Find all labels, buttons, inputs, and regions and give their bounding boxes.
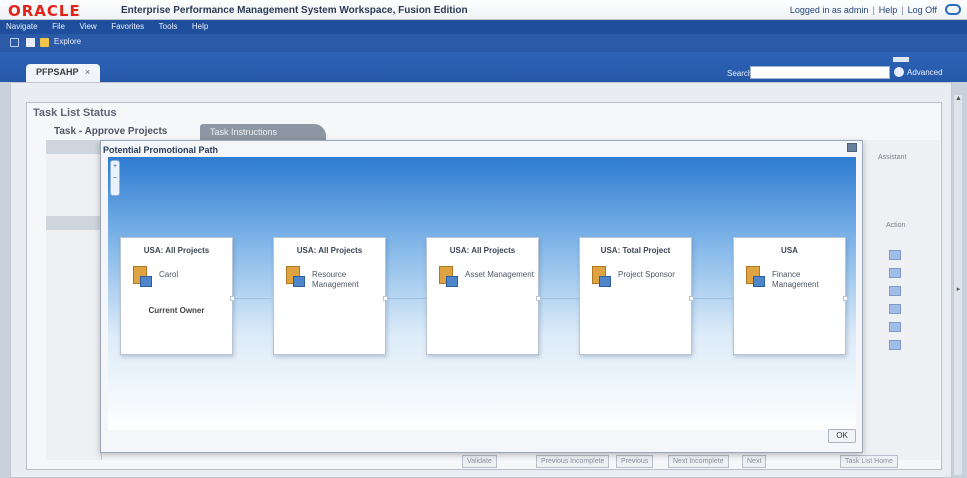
node-title: USA: All Projects bbox=[143, 246, 210, 255]
workspace-scrollbar[interactable]: ▲ ▸ bbox=[953, 95, 962, 475]
explore-button[interactable]: Explore bbox=[54, 37, 81, 46]
user-group-icon bbox=[133, 266, 153, 288]
node-title: USA: Total Project bbox=[600, 246, 671, 255]
tab-row: PFPSAHP × Search Advanced bbox=[0, 52, 967, 82]
action-icon[interactable] bbox=[889, 286, 901, 296]
user-group-icon bbox=[592, 266, 612, 288]
path-node[interactable]: USA: Total Project Project Sponsor bbox=[579, 237, 694, 355]
zoom-out-icon[interactable]: – bbox=[111, 172, 119, 183]
node-port bbox=[843, 296, 848, 301]
folder-icon[interactable] bbox=[40, 38, 49, 47]
action-column: Assistant Action bbox=[864, 140, 940, 460]
tree-row[interactable] bbox=[46, 182, 101, 196]
panel-title: Task List Status bbox=[33, 107, 117, 119]
task-list-home-button[interactable]: Task List Home bbox=[840, 455, 898, 468]
path-node[interactable]: USA: All Projects Asset Management bbox=[426, 237, 541, 355]
scroll-thumb[interactable]: ▸ bbox=[954, 285, 963, 294]
tab-label: PFPSAHP bbox=[36, 67, 79, 77]
menu-tools[interactable]: Tools bbox=[153, 20, 184, 31]
dialog-close-icon[interactable] bbox=[847, 143, 857, 152]
scroll-up-icon[interactable]: ▲ bbox=[954, 95, 963, 104]
current-owner-label: Current Owner bbox=[148, 306, 205, 315]
tree-row[interactable] bbox=[46, 154, 101, 168]
advanced-link[interactable]: Advanced bbox=[907, 68, 943, 77]
node-title: USA: All Projects bbox=[449, 246, 516, 255]
search-label: Search bbox=[727, 69, 753, 78]
node-port bbox=[536, 296, 541, 301]
task-tree bbox=[46, 140, 102, 460]
menu-bar: Navigate File View Favorites Tools Help bbox=[0, 20, 967, 34]
tab-close-icon[interactable]: × bbox=[85, 67, 90, 77]
connector-line bbox=[692, 298, 733, 299]
connector-line bbox=[233, 298, 271, 299]
logoff-icon[interactable] bbox=[945, 4, 961, 15]
header-bar: ORACLE Enterprise Performance Management… bbox=[0, 0, 967, 20]
validate-button[interactable]: Validate bbox=[462, 455, 497, 468]
node-port bbox=[230, 296, 235, 301]
path-node[interactable]: USA Finance Management bbox=[733, 237, 848, 355]
menu-file[interactable]: File bbox=[46, 20, 71, 31]
menu-help[interactable]: Help bbox=[186, 20, 214, 31]
dialog-title: Potential Promotional Path bbox=[103, 145, 219, 155]
node-label: Resource Management bbox=[312, 270, 359, 289]
assistant-label: Assistant bbox=[878, 154, 907, 161]
next-button[interactable]: Next bbox=[742, 455, 767, 468]
tree-header bbox=[46, 216, 101, 230]
next-incomplete-button[interactable]: Next Incomplete bbox=[668, 455, 729, 468]
help-link[interactable]: Help bbox=[879, 5, 898, 15]
connector-line bbox=[539, 298, 579, 299]
menu-view[interactable]: View bbox=[74, 20, 103, 31]
advanced-search-icon[interactable] bbox=[894, 67, 904, 77]
node-title: USA bbox=[781, 246, 798, 255]
search-input[interactable] bbox=[750, 66, 890, 79]
node-port bbox=[689, 296, 694, 301]
node-port bbox=[383, 296, 388, 301]
tab-pfpsahp[interactable]: PFPSAHP × bbox=[26, 64, 101, 82]
ok-button[interactable]: OK bbox=[828, 429, 856, 443]
window-icon[interactable] bbox=[893, 57, 909, 62]
action-header: Action bbox=[886, 222, 906, 229]
action-icon[interactable] bbox=[889, 340, 901, 350]
zoom-in-icon[interactable]: + bbox=[111, 161, 119, 172]
node-label: Project Sponsor bbox=[618, 270, 675, 279]
action-icon[interactable] bbox=[889, 304, 901, 314]
home-icon[interactable] bbox=[10, 38, 19, 47]
connector-line bbox=[386, 298, 426, 299]
action-icon[interactable] bbox=[889, 268, 901, 278]
menu-navigate[interactable]: Navigate bbox=[0, 20, 44, 31]
toolbar: Explore bbox=[0, 34, 967, 52]
user-group-icon bbox=[439, 266, 459, 288]
path-node[interactable]: USA: All Projects Carol Current Owner bbox=[120, 237, 235, 355]
node-label: Asset Management bbox=[465, 270, 534, 279]
tab-approve-projects[interactable]: Task - Approve Projects bbox=[48, 124, 198, 140]
app-title: Enterprise Performance Management System… bbox=[121, 5, 468, 16]
oracle-logo: ORACLE bbox=[8, 2, 81, 20]
header-links: Logged in as admin | Help | Log Off bbox=[789, 5, 937, 15]
user-group-icon bbox=[746, 266, 766, 288]
node-label: Finance Management bbox=[772, 270, 819, 289]
document-icon[interactable] bbox=[26, 38, 35, 47]
node-title: USA: All Projects bbox=[296, 246, 363, 255]
action-icon[interactable] bbox=[889, 250, 901, 260]
zoom-control[interactable]: + – bbox=[110, 160, 120, 196]
tree-row[interactable] bbox=[46, 168, 101, 182]
previous-button[interactable]: Previous bbox=[616, 455, 654, 468]
path-node[interactable]: USA: All Projects Resource Management bbox=[273, 237, 388, 355]
tab-task-instructions[interactable]: Task Instructions bbox=[200, 124, 326, 140]
previous-incomplete-button[interactable]: Previous Incomplete bbox=[536, 455, 610, 468]
action-icon[interactable] bbox=[889, 322, 901, 332]
node-label: Carol bbox=[159, 270, 179, 279]
tree-header bbox=[46, 140, 101, 154]
logged-in-text: Logged in as admin bbox=[789, 5, 869, 15]
user-group-icon bbox=[286, 266, 306, 288]
logoff-link[interactable]: Log Off bbox=[908, 5, 937, 15]
menu-favorites[interactable]: Favorites bbox=[105, 20, 150, 31]
